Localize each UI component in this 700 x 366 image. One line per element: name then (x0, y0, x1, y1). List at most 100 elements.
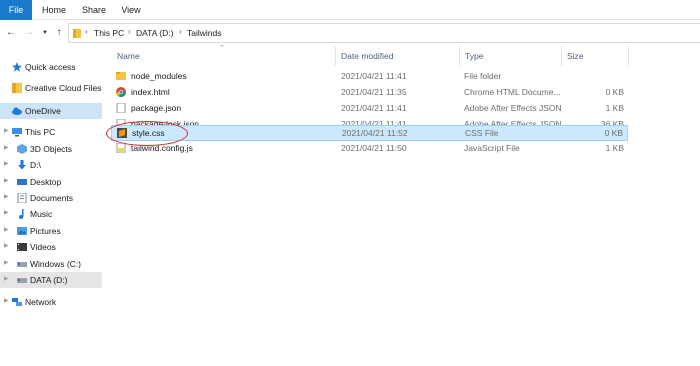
breadcrumb-data-drive[interactable]: DATA (D:) (136, 28, 173, 38)
sidebar-item-label: Pictures (30, 226, 61, 236)
recent-locations-chevron-icon[interactable]: ▼ (38, 26, 52, 40)
file-date: 2021/04/21 11:41 (341, 71, 407, 81)
expand-chevron-icon[interactable]: ▶ (4, 259, 9, 266)
file-type: File folder (464, 71, 502, 81)
file-type: Adobe After Effects JSON (464, 103, 562, 113)
sidebar-item-label: DATA (D:) (30, 275, 68, 285)
sidebar-item-videos[interactable]: ▶ Videos (0, 239, 102, 255)
forward-arrow-icon[interactable]: → (22, 26, 36, 40)
sidebar-item-desktop[interactable]: ▶ Desktop (0, 174, 102, 190)
column-header-name[interactable]: Name (117, 46, 140, 66)
drive-icon (17, 262, 27, 267)
folder-icon (116, 72, 126, 80)
breadcrumb-this-pc[interactable]: This PC (94, 28, 124, 38)
cloud-icon (12, 107, 22, 115)
address-bar[interactable]: › This PC › DATA (D:) › Tailwinds (68, 23, 700, 43)
sidebar-item-label: Network (25, 297, 57, 307)
file-type: Chrome HTML Docume... (464, 87, 561, 97)
expand-chevron-icon[interactable]: ▶ (4, 144, 9, 151)
column-header-size[interactable]: Size (567, 46, 584, 66)
sidebar-item-onedrive[interactable]: OneDrive (0, 103, 102, 119)
breadcrumb-separator-icon: › (179, 27, 182, 36)
navigation-bar: ← → ▼ ↑ › This PC › DATA (D:) › Tailwind… (0, 22, 700, 44)
star-icon (12, 62, 22, 72)
sidebar-item-pictures[interactable]: ▶ Pictures (0, 223, 102, 239)
sidebar-item-quick-access[interactable]: Quick access (0, 59, 102, 75)
cube-icon (17, 144, 27, 154)
back-arrow-icon[interactable]: ← (4, 26, 18, 40)
tab-share[interactable]: Share (78, 0, 110, 20)
file-icon (116, 103, 126, 113)
tab-file[interactable]: File (0, 0, 32, 20)
file-type: CSS File (465, 128, 499, 138)
sidebar-item-label: Quick access (25, 62, 76, 72)
expand-chevron-icon[interactable]: ▶ (4, 242, 9, 249)
file-date: 2021/04/21 11:50 (341, 143, 407, 153)
chrome-icon (116, 87, 126, 97)
file-type: JavaScript File (464, 143, 520, 153)
up-arrow-icon[interactable]: ↑ (52, 26, 66, 40)
file-name: node_modules (131, 71, 187, 81)
column-divider[interactable] (459, 46, 460, 66)
file-row-package-json[interactable]: package.json 2021/04/21 11:41 Adobe Afte… (111, 100, 628, 116)
sidebar-item-label: Documents (30, 193, 73, 203)
file-row-node-modules[interactable]: node_modules 2021/04/21 11:41 File folde… (111, 68, 628, 84)
file-size: 1 KB (605, 103, 624, 113)
expand-chevron-icon[interactable]: ▶ (4, 209, 9, 216)
sort-ascending-icon: ⌃ (219, 45, 225, 52)
sidebar-item-network[interactable]: ▶ Network (0, 294, 102, 310)
sidebar-item-this-pc[interactable]: ▶ This PC (0, 124, 102, 140)
sidebar-item-label: OneDrive (25, 106, 61, 116)
download-icon (18, 160, 26, 170)
folder-icon (73, 29, 81, 38)
breadcrumb-tailwinds[interactable]: Tailwinds (187, 28, 222, 38)
network-icon (12, 298, 22, 306)
file-date: 2021/04/21 11:35 (341, 87, 407, 97)
file-name: index.html (131, 87, 170, 97)
tab-view[interactable]: View (117, 0, 145, 20)
file-size: 1 KB (605, 143, 624, 153)
documents-icon (17, 193, 27, 203)
ribbon-tabs: File Home Share View (0, 0, 700, 20)
column-divider[interactable] (628, 46, 629, 66)
file-size: 0 KB (605, 87, 624, 97)
tab-home[interactable]: Home (38, 0, 70, 20)
expand-chevron-icon[interactable]: ▶ (4, 177, 9, 184)
file-date: 2021/04/21 11:41 (341, 103, 407, 113)
sidebar-item-windows-c[interactable]: ▶ Windows (C:) (0, 256, 102, 272)
pictures-icon (17, 227, 27, 235)
sidebar-item-label: Music (30, 209, 53, 219)
highlight-ellipse (106, 121, 188, 146)
column-divider[interactable] (335, 46, 336, 66)
sidebar-item-label: Creative Cloud Files (25, 83, 102, 93)
expand-chevron-icon[interactable]: ▶ (4, 193, 9, 200)
sidebar-item-label: 3D Objects (30, 144, 73, 154)
desktop-icon (17, 179, 27, 185)
file-date: 2021/04/21 11:52 (342, 128, 408, 138)
file-row-tailwind-config-js[interactable]: tailwind.config.js 2021/04/21 11:50 Java… (111, 140, 628, 156)
sidebar-item-data-d[interactable]: ▶ DATA (D:) (0, 272, 102, 288)
sidebar-item-music[interactable]: ▶ Music (0, 206, 102, 222)
videos-icon (17, 243, 27, 251)
sidebar-item-label: Desktop (30, 177, 62, 187)
sidebar-item-label: Videos (30, 242, 56, 252)
expand-chevron-icon[interactable]: ▶ (4, 297, 9, 304)
file-row-index-html[interactable]: index.html 2021/04/21 11:35 Chrome HTML … (111, 84, 628, 100)
expand-chevron-icon[interactable]: ▶ (4, 127, 9, 134)
sidebar-item-creative-cloud[interactable]: Creative Cloud Files (0, 80, 102, 96)
file-name: package.json (131, 103, 182, 113)
breadcrumb-separator-icon: › (128, 27, 131, 36)
file-row-style-css[interactable]: style.css 2021/04/21 11:52 CSS File 0 KB (111, 125, 628, 141)
expand-chevron-icon[interactable]: ▶ (4, 275, 9, 282)
column-divider[interactable] (561, 46, 562, 66)
column-header-type[interactable]: Type (465, 46, 483, 66)
drive-icon (17, 278, 27, 283)
sidebar-item-documents[interactable]: ▶ Documents (0, 190, 102, 206)
expand-chevron-icon[interactable]: ▶ (4, 160, 9, 167)
music-icon (19, 209, 24, 219)
js-file-icon (116, 143, 126, 153)
column-header-date[interactable]: Date modified (341, 46, 393, 66)
sidebar-item-d-drive[interactable]: ▶ D:\ (0, 157, 102, 173)
expand-chevron-icon[interactable]: ▶ (4, 226, 9, 233)
sidebar-item-3d-objects[interactable]: ▶ 3D Objects (0, 141, 102, 157)
